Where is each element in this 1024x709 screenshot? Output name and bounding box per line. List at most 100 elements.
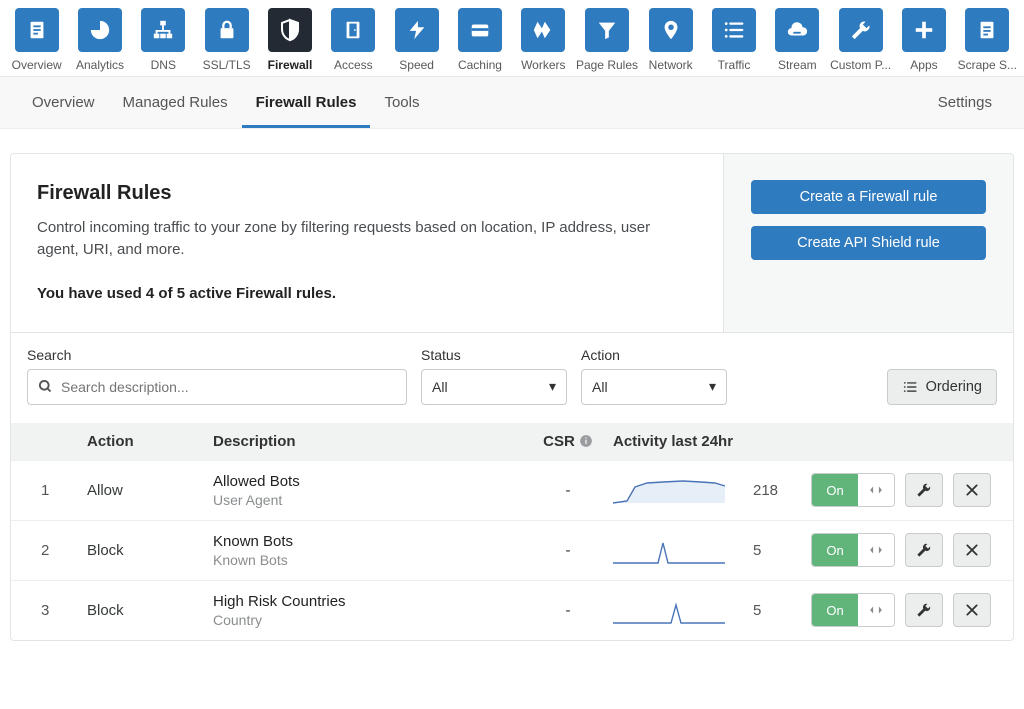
funnel-icon (585, 8, 629, 52)
create-firewall-rule-button[interactable]: Create a Firewall rule (751, 180, 986, 214)
topnav-item-stream[interactable]: Stream (767, 8, 828, 72)
shield-icon (268, 8, 312, 52)
row-action: Allow (87, 482, 213, 499)
topnav-item-analytics[interactable]: Analytics (69, 8, 130, 72)
col-csr: CSR (543, 433, 575, 450)
topnav-label: Apps (910, 58, 937, 72)
workers-icon (521, 8, 565, 52)
delete-rule-button[interactable] (953, 533, 991, 567)
subnav-settings[interactable]: Settings (924, 77, 1006, 128)
ordering-button[interactable]: Ordering (887, 369, 997, 405)
row-sparkline (613, 593, 753, 627)
row-subtitle: Known Bots (213, 552, 523, 568)
subnav-tab-managed-rules[interactable]: Managed Rules (109, 77, 242, 128)
toggle-handle-icon (858, 534, 894, 566)
page-icon (965, 8, 1009, 52)
status-select[interactable]: All ▾ (421, 369, 567, 405)
topnav-item-caching[interactable]: Caching (449, 8, 510, 72)
topnav-label: Traffic (718, 58, 751, 72)
rule-toggle[interactable]: On (811, 533, 895, 567)
topnav-item-network[interactable]: Network (640, 8, 701, 72)
page-description: Control incoming traffic to your zone by… (37, 217, 677, 261)
action-filter-label: Action (581, 347, 727, 363)
topnav-item-overview[interactable]: Overview (6, 8, 67, 72)
subnav-tab-tools[interactable]: Tools (370, 77, 433, 128)
row-count: 218 (753, 482, 809, 499)
wrench-icon (916, 542, 932, 558)
door-icon (331, 8, 375, 52)
create-api-shield-rule-button[interactable]: Create API Shield rule (751, 226, 986, 260)
status-label: Status (421, 347, 567, 363)
col-action: Action (87, 433, 213, 450)
topnav-label: Firewall (268, 58, 313, 72)
status-value: All (432, 379, 448, 395)
topnav-label: Page Rules (576, 58, 638, 72)
table-row: 1 Allow Allowed Bots User Agent - 218 On (11, 460, 1013, 520)
topnav-label: Stream (778, 58, 817, 72)
sitemap-icon (141, 8, 185, 52)
subnav-tab-firewall-rules[interactable]: Firewall Rules (242, 77, 371, 128)
topnav-item-access[interactable]: Access (323, 8, 384, 72)
topnav-item-page-rules[interactable]: Page Rules (576, 8, 638, 72)
col-activity: Activity last 24hr (613, 433, 753, 450)
row-title: High Risk Countries (213, 593, 523, 610)
wrench-icon (839, 8, 883, 52)
topnav-label: Speed (399, 58, 434, 72)
row-sparkline (613, 473, 753, 507)
row-sparkline (613, 533, 753, 567)
row-action: Block (87, 602, 213, 619)
page-title: Firewall Rules (37, 182, 697, 205)
topnav-item-traffic[interactable]: Traffic (703, 8, 764, 72)
topnav-item-workers[interactable]: Workers (513, 8, 574, 72)
pie-icon (78, 8, 122, 52)
delete-rule-button[interactable] (953, 593, 991, 627)
subnav-tab-overview[interactable]: Overview (18, 77, 109, 128)
rule-toggle[interactable]: On (811, 593, 895, 627)
lock-icon (205, 8, 249, 52)
ordering-label: Ordering (926, 379, 982, 395)
bolt-icon (395, 8, 439, 52)
row-csr: - (523, 482, 613, 499)
search-input[interactable] (61, 379, 396, 395)
edit-rule-button[interactable] (905, 533, 943, 567)
topnav-item-apps[interactable]: Apps (893, 8, 954, 72)
topnav-item-custom-p-[interactable]: Custom P... (830, 8, 891, 72)
pin-icon (649, 8, 693, 52)
edit-rule-button[interactable] (905, 473, 943, 507)
caret-down-icon: ▾ (709, 378, 716, 395)
rule-toggle[interactable]: On (811, 473, 895, 507)
cloud-icon (775, 8, 819, 52)
row-csr: - (523, 602, 613, 619)
row-title: Allowed Bots (213, 473, 523, 490)
topnav-label: Custom P... (830, 58, 891, 72)
row-count: 5 (753, 602, 809, 619)
delete-rule-button[interactable] (953, 473, 991, 507)
row-count: 5 (753, 542, 809, 559)
table-row: 2 Block Known Bots Known Bots - 5 On (11, 520, 1013, 580)
action-select[interactable]: All ▾ (581, 369, 727, 405)
topnav-label: Caching (458, 58, 502, 72)
toggle-on-label: On (812, 534, 858, 566)
row-title: Known Bots (213, 533, 523, 550)
topnav-label: Access (334, 58, 373, 72)
toggle-on-label: On (812, 594, 858, 626)
topnav-item-speed[interactable]: Speed (386, 8, 447, 72)
search-input-wrapper[interactable] (27, 369, 407, 405)
info-icon[interactable] (579, 434, 593, 448)
topnav-item-ssl-tls[interactable]: SSL/TLS (196, 8, 257, 72)
edit-rule-button[interactable] (905, 593, 943, 627)
row-action: Block (87, 542, 213, 559)
topnav-label: DNS (151, 58, 176, 72)
search-label: Search (27, 347, 407, 363)
wrench-icon (916, 482, 932, 498)
close-icon (965, 543, 979, 557)
topnav-item-firewall[interactable]: Firewall (259, 8, 320, 72)
row-subtitle: User Agent (213, 492, 523, 508)
topnav-item-dns[interactable]: DNS (133, 8, 194, 72)
row-subtitle: Country (213, 612, 523, 628)
topnav-label: Overview (12, 58, 62, 72)
topnav-item-scrape-s-[interactable]: Scrape S... (957, 8, 1018, 72)
toggle-handle-icon (858, 474, 894, 506)
lines-icon (712, 8, 756, 52)
close-icon (965, 483, 979, 497)
